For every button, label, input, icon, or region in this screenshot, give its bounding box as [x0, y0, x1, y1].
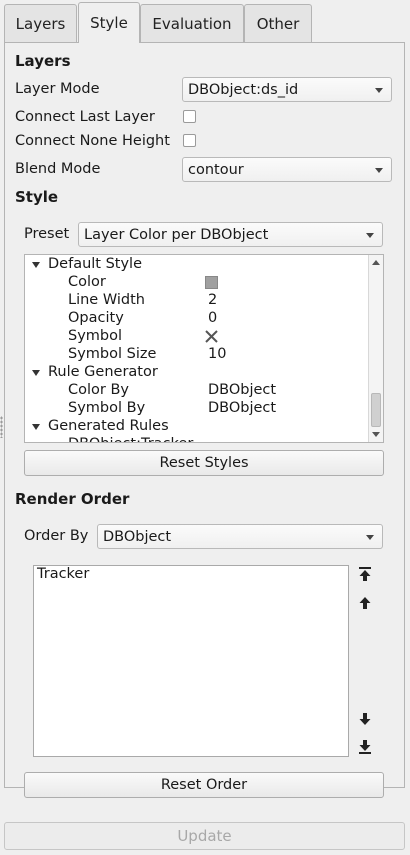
- resize-handle[interactable]: [0, 416, 3, 438]
- color-by-label: Color By: [68, 382, 129, 398]
- layer-mode-select[interactable]: DBObject:ds_id: [182, 77, 392, 102]
- tab-layers[interactable]: Layers: [4, 4, 77, 42]
- opacity-label: Opacity: [68, 310, 124, 326]
- opacity-value[interactable]: 0: [208, 309, 217, 327]
- reset-order-label: Reset Order: [160, 777, 248, 793]
- color-swatch[interactable]: [205, 276, 218, 289]
- expand-arrow-icon[interactable]: [32, 424, 40, 430]
- tab-label: Evaluation: [152, 14, 232, 33]
- connect-last-layer-label: Connect Last Layer: [15, 109, 155, 125]
- preset-label: Preset: [24, 226, 70, 242]
- tree-item-rule-generator[interactable]: Rule Generator: [48, 363, 158, 381]
- tree-item-generated-rules[interactable]: Generated Rules: [48, 417, 169, 435]
- tab-label: Other: [256, 14, 300, 33]
- chevron-down-icon: [375, 168, 383, 173]
- blend-mode-select[interactable]: contour: [182, 157, 392, 182]
- move-to-bottom-icon[interactable]: [358, 740, 372, 754]
- update-button[interactable]: Update: [4, 822, 405, 850]
- reset-styles-label: Reset Styles: [159, 455, 249, 471]
- expand-arrow-icon[interactable]: [32, 262, 40, 268]
- tab-other[interactable]: Other: [244, 4, 312, 42]
- layer-mode-value: DBObject:ds_id: [188, 81, 299, 98]
- preset-value: Layer Color per DBObject: [84, 226, 269, 243]
- symbol-size-value[interactable]: 10: [208, 345, 226, 363]
- expand-arrow-icon[interactable]: [50, 442, 58, 443]
- list-item[interactable]: Tracker: [37, 566, 89, 582]
- reset-styles-button[interactable]: Reset Styles: [24, 450, 384, 476]
- order-by-value: DBObject: [103, 528, 172, 545]
- blend-mode-label: Blend Mode: [15, 161, 101, 177]
- connect-none-height-checkbox[interactable]: [183, 134, 196, 147]
- style-tree[interactable]: Default Style Color Line Width 2 Opacity…: [24, 254, 384, 443]
- tab-label: Style: [90, 14, 128, 32]
- blend-mode-value: contour: [188, 161, 244, 178]
- expand-arrow-icon[interactable]: [32, 370, 40, 376]
- x-cross-icon[interactable]: [204, 329, 219, 344]
- line-width-label: Line Width: [68, 292, 145, 308]
- symbol-by-value[interactable]: DBObject: [208, 399, 276, 417]
- scrollbar-thumb[interactable]: [371, 393, 381, 427]
- move-up-icon[interactable]: [358, 596, 372, 610]
- symbol-by-label: Symbol By: [68, 400, 146, 416]
- line-width-value[interactable]: 2: [208, 291, 217, 309]
- symbol-label: Symbol: [68, 328, 123, 344]
- tab-label: Layers: [15, 14, 66, 33]
- scroll-up-icon[interactable]: [372, 260, 380, 265]
- render-order-list[interactable]: Tracker: [33, 565, 349, 757]
- connect-none-height-label: Connect None Height: [15, 133, 170, 149]
- symbol-size-label: Symbol Size: [68, 346, 157, 362]
- render-order-title: Render Order: [15, 490, 130, 508]
- update-label: Update: [177, 827, 232, 845]
- scroll-down-icon[interactable]: [372, 432, 380, 437]
- order-by-label: Order By: [24, 528, 89, 544]
- tree-item-default-style[interactable]: Default Style: [48, 255, 142, 273]
- tab-style[interactable]: Style: [78, 2, 140, 43]
- layers-section-title: Layers: [15, 52, 71, 70]
- color-label: Color: [68, 274, 106, 290]
- chevron-down-icon: [375, 88, 383, 93]
- move-down-icon[interactable]: [358, 712, 372, 726]
- connect-last-layer-checkbox[interactable]: [183, 110, 196, 123]
- tree-scrollbar[interactable]: [368, 255, 383, 442]
- layer-mode-label: Layer Mode: [15, 81, 100, 97]
- preset-select[interactable]: Layer Color per DBObject: [78, 222, 383, 247]
- move-to-top-icon[interactable]: [358, 567, 372, 581]
- order-by-select[interactable]: DBObject: [97, 524, 383, 549]
- chevron-down-icon: [366, 233, 374, 238]
- style-section-title: Style: [15, 188, 59, 206]
- tree-item-tracker-rule[interactable]: DBObject:Tracker: [68, 435, 193, 442]
- tab-evaluation[interactable]: Evaluation: [140, 4, 244, 42]
- chevron-down-icon: [366, 535, 374, 540]
- reset-order-button[interactable]: Reset Order: [24, 772, 384, 798]
- color-by-value[interactable]: DBObject: [208, 381, 276, 399]
